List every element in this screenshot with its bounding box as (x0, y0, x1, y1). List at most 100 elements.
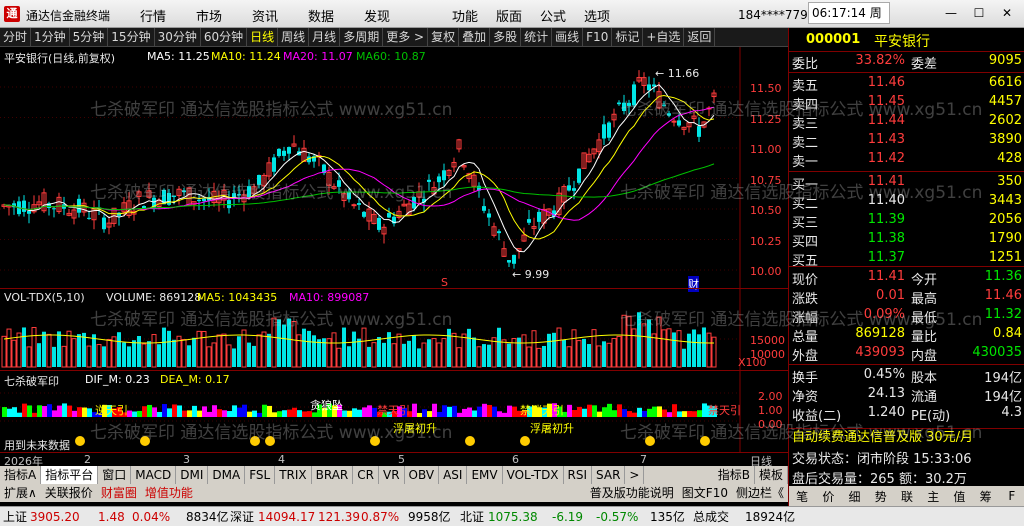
indicator-tab[interactable]: 窗口 (98, 466, 132, 484)
signal-label: 禁消天引 (520, 404, 564, 417)
quote-tab[interactable]: 联 (894, 488, 920, 505)
indicator-tab[interactable]: 指标平台 (41, 466, 99, 484)
quote-tab[interactable]: 价 (815, 488, 841, 505)
ask-level[interactable]: 卖五 11.46 6616 (789, 75, 1024, 94)
indicator-tab[interactable]: CR (353, 466, 379, 484)
ask-level[interactable]: 卖二 11.43 3890 (789, 132, 1024, 151)
menu-news[interactable]: 资讯 (252, 6, 308, 25)
quote-tab[interactable]: 主 (920, 488, 946, 505)
indicator-tab[interactable]: RSI (564, 466, 593, 484)
quote-tab[interactable]: 势 (868, 488, 894, 505)
account-id[interactable]: 184****7797 (738, 8, 815, 22)
maximize-icon[interactable]: ☐ (968, 4, 990, 22)
toolbar-item[interactable]: +自选 (643, 27, 685, 47)
quote-tab[interactable]: 细 (841, 488, 867, 505)
toolbar-item[interactable]: 返回 (684, 27, 716, 47)
minimize-icon[interactable]: — (940, 4, 962, 22)
stock-code[interactable]: 000001 (806, 32, 860, 47)
signal-dot (465, 436, 475, 446)
toolbar-item[interactable]: 日线 (247, 27, 279, 47)
quote-tab[interactable]: 值 (946, 488, 972, 505)
indicator-tab[interactable]: MACD (131, 466, 177, 484)
toolbar-item[interactable]: 5分钟 (70, 27, 109, 47)
menu-function[interactable]: 功能 (452, 6, 478, 25)
indicator-bar (447, 406, 452, 417)
bid-level[interactable]: 买三 11.39 2056 (789, 212, 1024, 231)
menu-options[interactable]: 选项 (584, 6, 610, 25)
indicator-tab[interactable]: > (625, 466, 645, 484)
close-icon[interactable]: ✕ (996, 4, 1018, 22)
ask-level[interactable]: 卖四 11.45 4457 (789, 94, 1024, 113)
toolbar-item[interactable]: 15分钟 (108, 27, 155, 47)
volume-bar (631, 328, 637, 368)
indicator-tab[interactable]: ASI (439, 466, 468, 484)
bid-level[interactable]: 买二 11.40 3443 (789, 193, 1024, 212)
indicator-tab[interactable]: DMI (176, 466, 209, 484)
indicator-bar (47, 404, 52, 417)
menu-layout[interactable]: 版面 (496, 6, 522, 25)
toolbar-item[interactable]: 分时 (0, 27, 32, 47)
bid-level[interactable]: 买一 11.41 350 (789, 174, 1024, 193)
toolbar-item[interactable]: F10 (583, 27, 613, 47)
feature-guide-link[interactable]: 普及版功能说明 (586, 484, 678, 502)
toolbar-item[interactable]: 1分钟 (31, 27, 70, 47)
indicator-bar (192, 405, 197, 417)
indicator-tab[interactable]: OBV (405, 466, 440, 484)
sh-value: 3905.20 (30, 510, 80, 524)
stat-label: 收益(二) (792, 409, 842, 424)
secondary-menu: 功能 版面 公式 选项 (452, 6, 628, 25)
toolbar-item[interactable]: 更多 > (383, 27, 429, 47)
bid-level[interactable]: 买四 11.38 1790 (789, 231, 1024, 250)
signal-dot (520, 436, 530, 446)
menu-discover[interactable]: 发现 (364, 6, 420, 25)
volume-bar (11, 339, 17, 368)
wealth-circle-tab[interactable]: 财富圈 (97, 484, 141, 502)
expand-button[interactable]: 扩展∧ (0, 484, 41, 502)
related-quote-tab[interactable]: 关联报价 (41, 484, 97, 502)
menu-market[interactable]: 市场 (196, 6, 252, 25)
toolbar-item[interactable]: 复权 (428, 27, 460, 47)
indicator-tab[interactable]: VOL-TDX (503, 466, 564, 484)
ask-level[interactable]: 卖三 11.44 2602 (789, 113, 1024, 132)
toolbar-item[interactable]: 周线 (278, 27, 310, 47)
ask-volume: 2602 (988, 113, 1022, 128)
toolbar-item[interactable]: 画线 (552, 27, 584, 47)
candle-body (272, 157, 276, 172)
menu-quotes[interactable]: 行情 (140, 6, 196, 25)
price-chart[interactable] (0, 47, 788, 288)
toolbar-item[interactable]: 30分钟 (155, 27, 201, 47)
indicator-tab[interactable]: SAR (592, 466, 626, 484)
indicator-tab[interactable]: DMA (208, 466, 246, 484)
price-ytick: 11.25 (750, 112, 782, 126)
value-added-tab[interactable]: 增值功能 (141, 484, 197, 502)
indicator-tab[interactable]: FSL (245, 466, 276, 484)
stock-name[interactable]: 平安银行 (874, 31, 930, 51)
signal-label: 逆天引 (95, 404, 128, 417)
indicator-tab[interactable]: 指标B (714, 466, 755, 484)
toolbar-item[interactable]: 多股 (490, 27, 522, 47)
subscription-ad[interactable]: 自动续费通达信普及版 30元/月 (789, 428, 1024, 446)
menu-formula[interactable]: 公式 (540, 6, 566, 25)
indicator-tab[interactable]: VR (379, 466, 405, 484)
toolbar-item[interactable]: 标记 (612, 27, 644, 47)
indicator-tab[interactable]: 指标A (0, 466, 42, 484)
toolbar-item[interactable]: 统计 (521, 27, 553, 47)
indicator-tab[interactable]: 模板 (755, 466, 788, 484)
sidebar-toggle[interactable]: 侧边栏《 (732, 484, 788, 502)
indicator-tab[interactable]: TRIX (275, 466, 312, 484)
toolbar-item[interactable]: 多周期 (340, 27, 384, 47)
quote-tab[interactable]: 筹 (973, 488, 999, 505)
toolbar-item[interactable]: 叠加 (459, 27, 491, 47)
volume-bar (536, 347, 542, 368)
menu-data[interactable]: 数据 (308, 6, 364, 25)
indicator-tab[interactable]: EMV (467, 466, 503, 484)
quote-tab[interactable]: 笔 (789, 488, 815, 505)
quote-tab[interactable]: F (999, 489, 1024, 503)
indicator-tab[interactable]: BRAR (312, 466, 354, 484)
indicator-bar (652, 406, 657, 417)
ask-level[interactable]: 卖一 11.42 428 (789, 151, 1024, 170)
toolbar-item[interactable]: 60分钟 (201, 27, 248, 47)
ask-volume: 428 (997, 151, 1022, 166)
toolbar-item[interactable]: 月线 (309, 27, 341, 47)
f10-link[interactable]: 图文F10 (678, 484, 732, 502)
